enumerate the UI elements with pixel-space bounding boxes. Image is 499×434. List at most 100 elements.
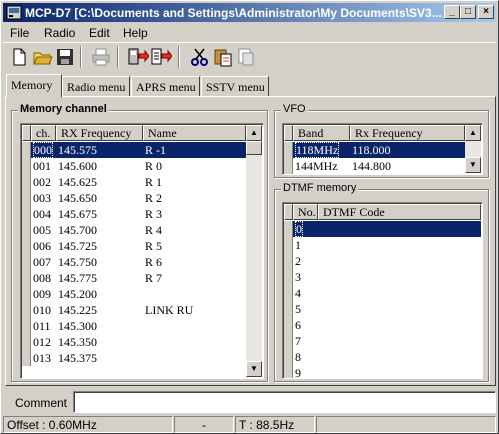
dtmf-row[interactable]: 3: [284, 269, 481, 285]
memory-channel-row[interactable]: 013 145.375: [22, 350, 246, 366]
dtmf-no-cell: 6: [295, 318, 301, 332]
column-header-band[interactable]: Band: [293, 125, 350, 141]
row-gutter: [284, 237, 293, 253]
vfo-list-scrollbar[interactable]: ▲ ▼: [465, 125, 481, 173]
title-bar[interactable]: MCP-D7 [C:\Documents and Settings\Admini…: [3, 3, 496, 22]
vfo-list[interactable]: Band Rx Frequency 118MHz 118.000 144MHz 144…: [282, 123, 483, 175]
memory-channel-row[interactable]: 009 145.200: [22, 286, 246, 302]
memory-channel-row[interactable]: 000 145.575 R -1: [22, 142, 246, 158]
memory-channel-name-cell: R 1: [145, 175, 163, 189]
delete-icon[interactable]: [235, 46, 257, 68]
dtmf-row[interactable]: 0: [284, 221, 481, 237]
memory-channel-row[interactable]: 008 145.775 R 7: [22, 270, 246, 286]
tab-radio-menu[interactable]: Radio menu: [62, 76, 130, 96]
memory-channel-row[interactable]: 007 145.750 R 6: [22, 254, 246, 270]
scroll-up-button[interactable]: ▲: [246, 125, 262, 141]
row-gutter: [22, 174, 31, 190]
row-gutter: [284, 365, 293, 378]
dtmf-row[interactable]: 6: [284, 317, 481, 333]
memory-channel-ch-cell: 009: [33, 287, 51, 301]
memory-channel-ch-cell: 005: [33, 223, 51, 237]
memory-channel-name-cell: R -1: [145, 143, 166, 157]
memory-channel-ch-cell: 008: [33, 271, 51, 285]
column-header-dtmf-code[interactable]: DTMF Code: [318, 204, 481, 220]
dtmf-row[interactable]: 8: [284, 349, 481, 365]
dtmf-no-cell: 1: [295, 238, 301, 252]
dtmf-list[interactable]: No. DTMF Code 01 2 3 4 5 6 7 8 9: [282, 202, 483, 379]
scroll-thumb[interactable]: [246, 141, 262, 155]
row-gutter: [22, 334, 31, 350]
vfo-row[interactable]: 144MHz 144.800: [284, 158, 465, 174]
dtmf-row[interactable]: 1: [284, 237, 481, 253]
maximize-button[interactable]: □: [460, 5, 476, 19]
dtmf-no-cell: 4: [295, 286, 301, 300]
row-gutter: [284, 285, 293, 301]
memory-tab-panel: Memory channel ch. RX Frequency Name 000…: [5, 96, 496, 386]
scroll-up-button[interactable]: ▲: [465, 125, 481, 141]
memory-channel-row[interactable]: 010 145.225 LINK RU: [22, 302, 246, 318]
memory-channel-row[interactable]: 004 145.675 R 3: [22, 206, 246, 222]
memory-channel-row[interactable]: 006 145.725 R 5: [22, 238, 246, 254]
memory-channel-row[interactable]: 003 145.650 R 2: [22, 190, 246, 206]
vfo-row[interactable]: 118MHz 118.000: [284, 142, 465, 158]
column-header-no[interactable]: No.: [293, 204, 318, 220]
dtmf-no-cell: 0: [295, 221, 303, 237]
column-header-name[interactable]: Name: [143, 125, 246, 141]
dtmf-row[interactable]: 5: [284, 301, 481, 317]
dtmf-row[interactable]: 9: [284, 365, 481, 379]
memory-channel-row[interactable]: 002 145.625 R 1: [22, 174, 246, 190]
memory-channel-row[interactable]: 001 145.600 R 0: [22, 158, 246, 174]
dtmf-no-cell: 9: [295, 366, 301, 379]
memory-channel-rx-frequency-cell: 145.575: [58, 143, 97, 157]
dtmf-row[interactable]: 2: [284, 253, 481, 269]
menu-file[interactable]: File: [10, 26, 29, 40]
column-header-rx-frequency[interactable]: Rx Frequency: [350, 125, 465, 141]
row-gutter: [284, 142, 293, 158]
memory-channel-list[interactable]: ch. RX Frequency Name 000 145.575 R -1 001 1…: [20, 123, 264, 379]
status-mode: -: [174, 416, 234, 433]
memory-channel-rx-frequency-cell: 145.375: [58, 351, 97, 365]
write-to-radio-icon[interactable]: [150, 46, 172, 68]
memory-channel-row[interactable]: 011 145.300: [22, 318, 246, 334]
row-gutter: [22, 206, 31, 222]
read-from-radio-icon[interactable]: [127, 46, 149, 68]
vfo-band-cell: 144MHz: [295, 159, 338, 173]
memory-channel-rx-frequency-cell: 145.300: [58, 319, 97, 333]
tab-aprs-menu[interactable]: APRS menu: [131, 76, 200, 96]
row-gutter: [22, 318, 31, 334]
memory-channel-ch-cell: 002: [33, 175, 51, 189]
row-gutter: [22, 238, 31, 254]
new-file-icon[interactable]: [8, 46, 30, 68]
memory-channel-row[interactable]: 005 145.700 R 4: [22, 222, 246, 238]
dtmf-row[interactable]: 4: [284, 285, 481, 301]
memory-channel-rx-frequency-cell: 145.725: [58, 239, 97, 253]
dtmf-memory-group: DTMF memory No. DTMF Code 01 2 3 4 5 6 7 8 9: [274, 182, 489, 382]
row-gutter: [284, 253, 293, 269]
dtmf-row[interactable]: 7: [284, 333, 481, 349]
close-button[interactable]: ×: [478, 5, 494, 19]
tab-memory[interactable]: Memory: [6, 74, 62, 97]
scroll-down-button[interactable]: ▼: [465, 157, 481, 173]
memory-list-header: ch. RX Frequency Name: [22, 125, 246, 141]
row-gutter: [22, 286, 31, 302]
row-gutter: [284, 333, 293, 349]
menu-help[interactable]: Help: [123, 26, 148, 40]
minimize-button[interactable]: _: [444, 5, 460, 19]
dtmf-no-cell: 2: [295, 254, 301, 268]
row-gutter: [284, 269, 293, 285]
cut-icon[interactable]: [189, 46, 211, 68]
memory-channel-rx-frequency-cell: 145.700: [58, 223, 97, 237]
paste-icon[interactable]: [212, 46, 234, 68]
memory-channel-row[interactable]: 012 145.350: [22, 334, 246, 350]
print-icon[interactable]: [90, 46, 112, 68]
menu-radio[interactable]: Radio: [44, 26, 75, 40]
comment-input[interactable]: [73, 391, 496, 413]
save-icon[interactable]: [54, 46, 76, 68]
menu-edit[interactable]: Edit: [89, 26, 110, 40]
column-header-ch[interactable]: ch.: [31, 125, 56, 141]
memory-list-scrollbar[interactable]: ▲ ▼: [246, 125, 262, 377]
tab-sstv-menu[interactable]: SSTV menu: [201, 76, 269, 96]
open-folder-icon[interactable]: [31, 46, 53, 68]
scroll-down-button[interactable]: ▼: [246, 361, 262, 377]
column-header-rx-frequency[interactable]: RX Frequency: [56, 125, 143, 141]
